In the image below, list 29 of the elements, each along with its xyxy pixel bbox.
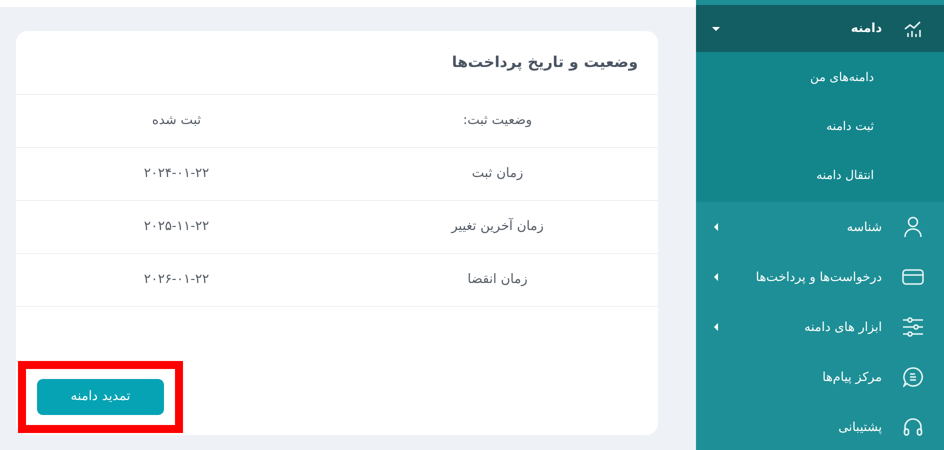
chevron-left-icon: [713, 273, 719, 281]
row-value: ۲۰۲۶-۰۱-۲۲: [144, 271, 210, 290]
sidebar-item[interactable]: ابزار های دامنه: [696, 302, 944, 352]
submenu-item[interactable]: دامنه‌های من: [810, 68, 874, 86]
credit-card-icon: [902, 268, 924, 286]
submenu-item[interactable]: ثبت دامنه: [826, 116, 874, 134]
row-label: وضعیت ثبت:: [462, 112, 532, 130]
user-icon: [903, 216, 923, 238]
chart-icon: [903, 18, 923, 38]
card-title: وضعیت و تاریخ پرداخت‌ها: [452, 52, 638, 74]
chevron-left-icon: [713, 223, 719, 231]
sidebar-item[interactable]: پشتیبانی: [696, 402, 944, 450]
row-value: ثبت شده: [152, 112, 201, 130]
row-label: زمان آخرین تغییر: [451, 217, 544, 236]
message-icon: [903, 367, 923, 387]
submenu-item[interactable]: انتقال دامنه: [816, 166, 874, 184]
sidebar-item[interactable]: دامنه: [696, 5, 944, 52]
sidebar-item[interactable]: درخواست‌ها و پرداخت‌ها: [696, 252, 944, 302]
row-value: ۲۰۲۴-۰۱-۲۲: [144, 165, 210, 184]
headset-icon: [903, 417, 923, 437]
sidebar-item[interactable]: شناسه: [696, 202, 944, 252]
row-label: زمان انقضا: [468, 271, 528, 290]
chevron-left-icon: [713, 323, 719, 331]
row-label: زمان ثبت: [472, 165, 524, 184]
chevron-down-icon: [712, 26, 720, 32]
sliders-icon: [902, 317, 924, 337]
renew-domain-button[interactable]: تمدید دامنه: [37, 379, 164, 415]
row-value: ۲۰۲۵-۱۱-۲۲: [144, 218, 210, 236]
sidebar-item[interactable]: مرکز پیام‌ها: [696, 352, 944, 402]
